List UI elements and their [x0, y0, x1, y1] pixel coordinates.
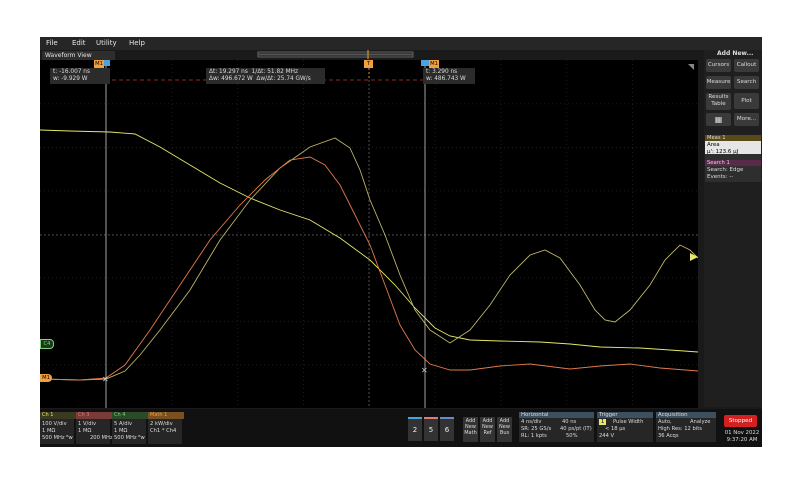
menu-bar: File Edit Utility Help: [40, 37, 762, 50]
trigger-panel[interactable]: Trigger 1 Pulse Width < 18 μs 244 V: [597, 412, 653, 442]
ch4-scale: 5 A/div: [114, 421, 133, 427]
ch3-scale: 1 V/div: [78, 421, 97, 427]
more-button[interactable]: More...: [734, 113, 759, 126]
cursor-m1-tag-b: M1: [429, 60, 439, 68]
ch4-badge[interactable]: Ch 4 5 A/div 1 MΩ 500 MHz ᴮw: [112, 412, 148, 444]
ch1-badge[interactable]: Ch 1 100 V/div 1 MΩ 500 MHz ᴮw: [40, 412, 76, 444]
delta-w: Δw: 496.672 W: [209, 76, 253, 82]
meas1-value: μ': 123.6 μJ: [707, 149, 739, 155]
acquisition-count: 36 Acqs: [658, 433, 679, 439]
horizontal-position: 50%: [566, 433, 578, 439]
add-new-label: Add New...: [717, 50, 754, 57]
cursor-a-time: t: -16.007 ns: [53, 69, 90, 75]
add-math-l3: Math: [464, 430, 477, 436]
oscilloscope-window: File Edit Utility Help Waveform View ✕ ✕…: [39, 37, 762, 447]
menu-utility[interactable]: Utility: [96, 39, 117, 47]
cursor-b-readout: t: 3.290 ns w: 486.743 W: [423, 68, 475, 84]
record-position-bar[interactable]: [255, 50, 415, 60]
results-table-button[interactable]: Results Table: [706, 93, 731, 110]
trigger-title: Trigger: [597, 412, 653, 418]
delta-w-dt: Δw/Δt: 25.74 GW/s: [256, 76, 311, 82]
ch4-impedance: 1 MΩ: [114, 428, 128, 434]
ch1-impedance: 1 MΩ: [42, 428, 56, 434]
callout-button[interactable]: Callout: [734, 59, 759, 72]
cursor-b-time: t: 3.290 ns: [426, 69, 458, 75]
measure-button[interactable]: Measure: [706, 76, 731, 89]
run-stop-button[interactable]: Stopped: [724, 415, 757, 427]
ch1-scale: 100 V/div: [42, 421, 67, 427]
add-bus-l3: Bus: [499, 430, 510, 436]
trigger-condition: < 18 μs: [605, 426, 626, 432]
channel-2-button[interactable]: 2: [408, 417, 422, 441]
trigger-source: 1: [599, 419, 607, 425]
cursor-m1-tag: M1: [94, 60, 104, 68]
acquisition-mode: Auto,: [658, 419, 672, 425]
menu-edit[interactable]: Edit: [72, 39, 86, 47]
add-new-bus-button[interactable]: Add New Bus: [497, 417, 512, 442]
waveform-view-title: Waveform View: [42, 51, 115, 60]
horizontal-duration: 40 ns: [562, 419, 577, 425]
acquisition-title: Acquisition: [656, 412, 716, 418]
ch3-badge[interactable]: Ch 3 1 V/div 1 MΩ 200 MHz ᴮw: [76, 412, 121, 444]
trigger-position-marker[interactable]: T: [364, 60, 373, 68]
svg-text:✕: ✕: [421, 366, 428, 375]
menu-help[interactable]: Help: [129, 39, 145, 47]
horizontal-panel[interactable]: Horizontal 4 ns/div 40 ns SR: 25 GS/s 40…: [519, 412, 594, 442]
ch1-bandwidth: 500 MHz ᴮw: [42, 435, 73, 441]
ch3-label: Ch 3: [76, 412, 112, 419]
cursor-a-value: w: -9.929 W: [53, 76, 88, 82]
search1-events: Events: --: [707, 174, 734, 180]
acquisition-panel[interactable]: Acquisition Auto, Analyze High Res: 12 b…: [656, 412, 716, 442]
add-new-ref-button[interactable]: Add New Ref: [480, 417, 495, 442]
settings-bar: Ch 1 100 V/div 1 MΩ 500 MHz ᴮw Ch 3 1 V/…: [40, 409, 762, 447]
delta-t: Δt: 19.297 ns: [209, 69, 248, 75]
svg-text:✕: ✕: [102, 375, 109, 384]
sample-rate: SR: 25 GS/s: [521, 426, 552, 432]
math1-badge[interactable]: Math 1 2 kW/div Ch1 * Ch4: [148, 412, 184, 444]
add-ref-l3: Ref: [483, 430, 492, 436]
waveform-plot[interactable]: ✕ ✕ M1 M1 T t: -16.007 ns w: -9.929 W Δt…: [39, 60, 699, 408]
meas1-name: Area: [707, 142, 720, 148]
record-length: RL: 1 kpts: [521, 433, 547, 439]
ch1-label: Ch 1: [40, 412, 76, 419]
math1-label: Math 1: [148, 412, 184, 419]
inverse-delta-t: 1/Δt: 51.82 MHz: [251, 69, 299, 75]
math1-scale: 2 kW/div: [150, 421, 173, 427]
results-panel: Add New... Cursors Callout Measure Searc…: [704, 50, 762, 407]
time-label: 9:37:20 AM: [726, 437, 758, 443]
channel-6-button[interactable]: 6: [440, 417, 454, 441]
cursor-delta-readout: Δt: 19.297 ns 1/Δt: 51.82 MHz Δw: 496.67…: [206, 68, 325, 84]
cursor-b-handle: [421, 60, 429, 66]
ch4-marker[interactable]: C4: [40, 339, 54, 349]
point-spacing: 40 ps/pt (IT): [560, 426, 592, 432]
ch3-impedance: 1 MΩ: [78, 428, 92, 434]
acquisition-analyze: Analyze: [690, 419, 711, 425]
ch4-bandwidth: 500 MHz ᴮw: [114, 435, 145, 441]
histogram-icon[interactable]: ▦: [706, 113, 731, 126]
trigger-level: 244 V: [599, 433, 615, 439]
cursor-b-value: w: 486.743 W: [426, 76, 466, 82]
search1-type: Search: Edge: [707, 167, 744, 173]
horizontal-scale: 4 ns/div: [521, 419, 542, 425]
menu-file[interactable]: File: [46, 39, 58, 47]
trigger-type: Pulse Width: [613, 419, 644, 425]
plot-button[interactable]: Plot: [734, 93, 759, 109]
search-button[interactable]: Search: [734, 76, 759, 89]
acquisition-resolution: High Res: 12 bits: [658, 426, 702, 432]
horizontal-title: Horizontal: [519, 412, 594, 418]
cursor-a-readout: t: -16.007 ns w: -9.929 W: [50, 68, 110, 84]
add-new-math-button[interactable]: Add New Math: [463, 417, 478, 442]
date-label: 01 Nov 2022: [724, 430, 760, 436]
cursors-button[interactable]: Cursors: [706, 59, 731, 72]
search1-badge[interactable]: Search 1 Search: Edge Events: --: [705, 160, 761, 182]
waveform-graticule: ✕ ✕: [39, 60, 699, 408]
channel-5-button[interactable]: 5: [424, 417, 438, 441]
math1-expression: Ch1 * Ch4: [150, 428, 177, 434]
search1-title: Search 1: [705, 160, 761, 166]
ch4-label: Ch 4: [112, 412, 148, 419]
math1-marker[interactable]: M1: [40, 374, 52, 382]
